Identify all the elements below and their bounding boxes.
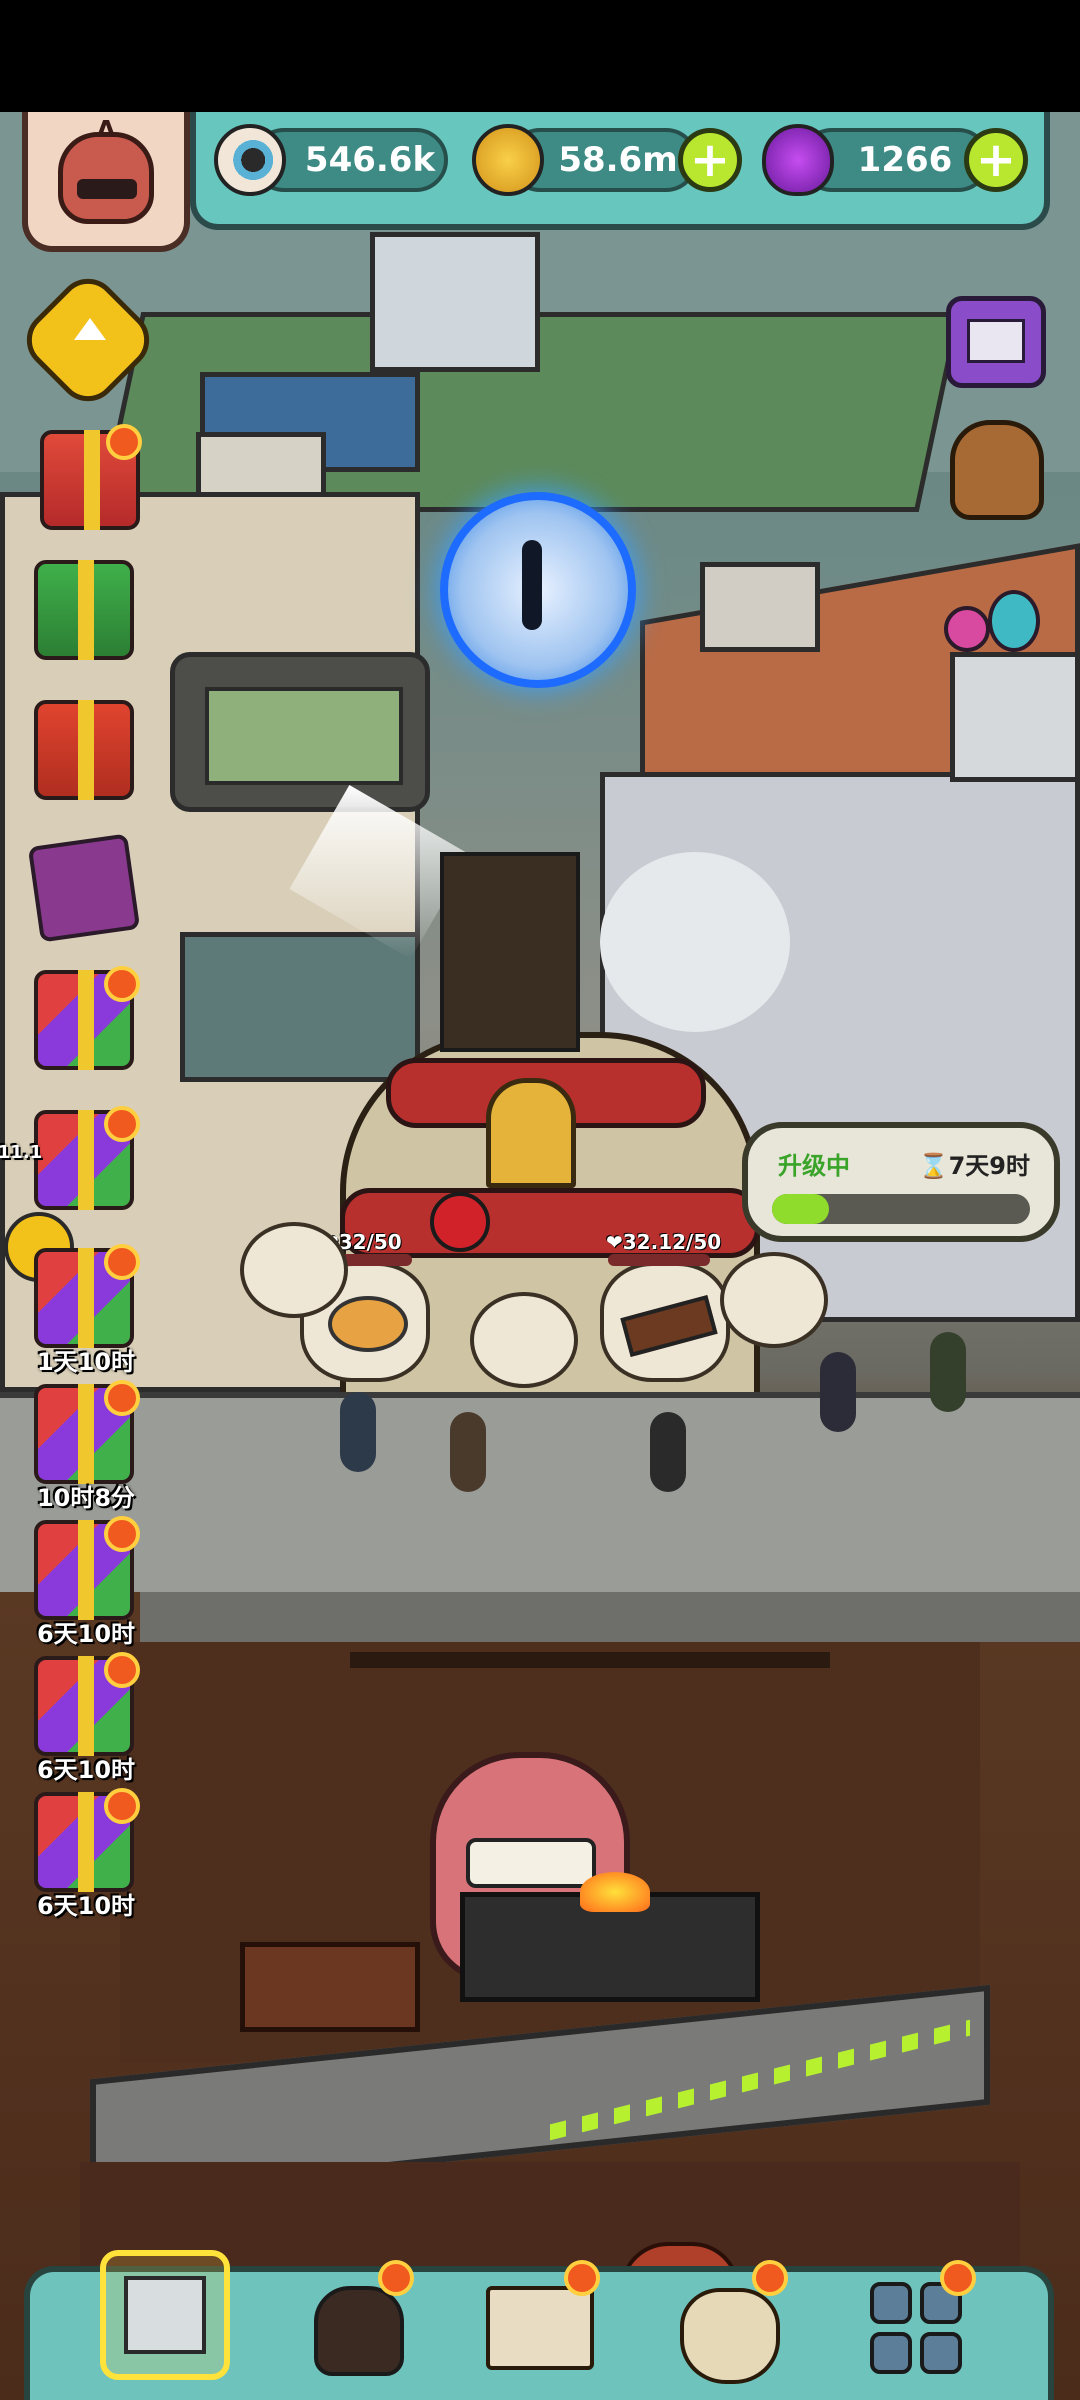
upgrade-progress-bar: [772, 1194, 1030, 1224]
flame: [580, 1872, 650, 1912]
book-icon: [486, 2286, 594, 2370]
glass-window: [180, 932, 420, 1082]
customer: [450, 1412, 486, 1492]
street-edge: [140, 1592, 1080, 1642]
notification-badge: [104, 1516, 140, 1552]
game-scene[interactable]: 升级中 ⌛7天9时 ❤32/50 ❤32.12/50: [0, 112, 1080, 2400]
customer: [820, 1352, 856, 1432]
notification-badge: [106, 424, 142, 460]
nav-restaurant[interactable]: [100, 2250, 230, 2380]
chevron-up-icon: [74, 318, 106, 340]
portal-eye[interactable]: [440, 492, 636, 688]
customer: [650, 1412, 686, 1492]
notification-badge: [104, 1788, 140, 1824]
buy-potions-button[interactable]: +: [964, 128, 1028, 192]
rooftop-shed: [370, 232, 540, 372]
gift-timer: 6天10时: [36, 1756, 136, 1784]
kitchen-shelf: [350, 1652, 830, 1668]
coin-icon: [472, 124, 544, 196]
gift-timer: 1天10时: [36, 1348, 136, 1376]
avatar-face-icon: [58, 132, 154, 224]
eyeball-icon: [214, 124, 286, 196]
money-bag-icon: [680, 2288, 780, 2384]
upgrade-bubble[interactable]: 升级中 ⌛7天9时: [742, 1122, 1060, 1242]
eyeball-value: 546.6k: [304, 140, 436, 180]
backpack-button[interactable]: [950, 420, 1044, 520]
poster-board: [950, 652, 1080, 782]
notification-badge: [564, 2260, 600, 2296]
watch-tower: [440, 852, 580, 1052]
monster-collection-button[interactable]: [944, 570, 1044, 660]
card-pack-icon[interactable]: [27, 833, 141, 943]
customer: [340, 1392, 376, 1472]
buy-coins-button[interactable]: +: [678, 128, 742, 192]
upgrade-progress-fill: [772, 1194, 829, 1224]
wrapped-gift-icon[interactable]: [34, 700, 134, 800]
notification-badge: [752, 2260, 788, 2296]
gift-timer: 6天10时: [36, 1892, 136, 1920]
notification-badge: [104, 1652, 140, 1688]
coin-value: 58.6m: [558, 140, 678, 180]
potion-value: 1266: [857, 140, 953, 180]
notification-badge: [104, 966, 140, 1002]
grid-icon: [870, 2282, 912, 2324]
customer-thought-1: [240, 1222, 348, 1318]
gift-timer: 11.1: [0, 1142, 43, 1163]
menu-billboard: [170, 652, 430, 812]
gift-timer: 6天10时: [36, 1620, 136, 1648]
dish-station-right[interactable]: [600, 1262, 730, 1382]
gift-box-green-icon[interactable]: [34, 560, 134, 660]
notification-badge: [104, 1106, 140, 1142]
chocolate-bar-icon: [620, 1295, 718, 1357]
customer-thought-2: [470, 1292, 578, 1388]
customer: [930, 1332, 966, 1412]
station-bar-right: [608, 1254, 710, 1266]
notification-badge: [940, 2260, 976, 2296]
monster-head-icon: [314, 2286, 404, 2376]
status-bar: [0, 0, 1080, 112]
gift-timer: 10时8分: [36, 1484, 136, 1512]
potion-icon: [762, 124, 834, 196]
tv-ad-button[interactable]: [946, 296, 1046, 388]
prep-counter: [240, 1942, 420, 2032]
station-stat-right: ❤32.12/50: [606, 1230, 722, 1254]
soup-bowl-icon: [328, 1296, 408, 1352]
notification-badge: [104, 1380, 140, 1416]
player-avatar[interactable]: A: [22, 112, 190, 252]
notification-badge: [104, 1244, 140, 1280]
right-chimney: [700, 562, 820, 652]
street-floor: [0, 1392, 1080, 1592]
upgrade-timer: ⌛7天9时: [918, 1152, 1030, 1180]
upgrade-status: 升级中: [778, 1152, 850, 1180]
restaurant-icon: [124, 2276, 206, 2354]
ornament: [430, 1192, 490, 1252]
customer-thought-3: [720, 1252, 828, 1348]
notification-badge: [378, 2260, 414, 2296]
steam-cloud: [600, 852, 790, 1032]
chef-teeth: [466, 1838, 596, 1888]
